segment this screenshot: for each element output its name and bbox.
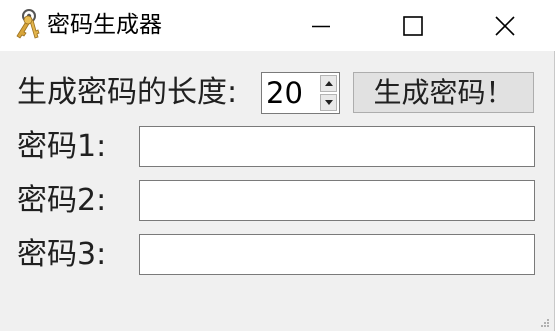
window-title: 密码生成器 [47,12,162,38]
minimize-icon [312,25,330,27]
password-2-field[interactable] [139,180,535,221]
title-bar[interactable]: 密码生成器 [0,0,555,51]
close-button[interactable] [482,0,528,51]
password-3-label: 密码3: [17,237,107,272]
maximize-icon [403,15,423,36]
password-3-field[interactable] [139,234,535,275]
password-1-label: 密码1: [17,129,107,164]
resize-grip-icon[interactable] [540,318,550,328]
spinbox-buttons [320,75,337,111]
length-value[interactable]: 20 [266,75,303,111]
close-icon [495,15,515,36]
arrow-down-icon [324,100,333,105]
password-generator-window: 密码生成器 生成密码的长度: 20 生成密码！ 密码1: 密码2: 密码3: [0,0,555,331]
password-2-label: 密码2: [17,183,107,218]
spin-up-button[interactable] [320,75,337,92]
arrow-up-icon [324,81,333,86]
length-spinbox[interactable]: 20 [261,72,340,114]
minimize-button[interactable] [298,0,344,51]
password-1-field[interactable] [139,126,535,167]
maximize-button[interactable] [390,0,436,51]
spin-down-button[interactable] [320,94,337,111]
generate-password-button[interactable]: 生成密码！ [353,72,534,113]
length-label: 生成密码的长度: [17,75,238,110]
keys-icon [16,9,40,39]
